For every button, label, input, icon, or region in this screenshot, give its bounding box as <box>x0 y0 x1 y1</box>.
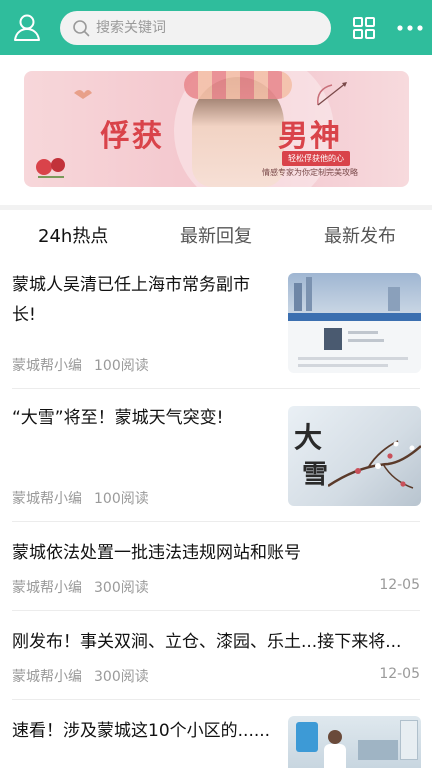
news-item[interactable]: 刚发布！事关双涧、立仓、漆园、乐土...接下来将... 蒙城帮小编 300阅读 1… <box>0 611 432 700</box>
clinic-photo-thumbnail <box>288 716 421 768</box>
bird-icon <box>74 90 92 99</box>
news-title-line: 长! <box>12 305 36 325</box>
banner-title-left: 俘获 <box>100 119 164 154</box>
news-reads: 300阅读 <box>94 580 149 596</box>
news-author: 蒙城帮小编 <box>12 491 82 507</box>
news-meta: 蒙城帮小编 100阅读 <box>12 488 149 508</box>
news-title: 蒙城人吴清已任上海市常务副市 长! <box>12 272 250 328</box>
news-reads: 300阅读 <box>94 669 149 685</box>
snow-branch-thumbnail: 大 雪 <box>288 406 421 506</box>
news-title: “大雪”将至！蒙城天气突变! <box>12 408 224 428</box>
news-title-line: 蒙城人吴清已任上海市常务副市 <box>12 275 250 295</box>
news-author: 蒙城帮小编 <box>12 358 82 374</box>
flower-crown-decoration <box>184 71 292 99</box>
banner-title-right: 男神 <box>278 119 342 154</box>
grid-menu-icon[interactable] <box>352 16 376 40</box>
news-meta: 蒙城帮小编 300阅读 <box>12 666 149 686</box>
search-input[interactable] <box>96 11 321 45</box>
news-item[interactable]: 蒙城依法处置一批违法违规网站和账号 蒙城帮小编 300阅读 12-05 <box>0 522 432 611</box>
user-profile-icon[interactable] <box>12 12 42 42</box>
news-title: 刚发布！事关双涧、立仓、漆园、乐土...接下来将... <box>12 632 402 652</box>
banner-tagline: 轻松俘获他的心 <box>282 151 350 166</box>
banner-section: 俘获 男神 轻松俘获他的心 情感专家为你定制完美攻略 <box>0 55 432 205</box>
news-item[interactable]: “大雪”将至！蒙城天气突变! 蒙城帮小编 100阅读 大 雪 <box>0 389 432 522</box>
cupid-arrow-icon <box>317 82 347 106</box>
news-title: 蒙城依法处置一批违法违规网站和账号 <box>12 543 301 563</box>
banner-subline: 情感专家为你定制完美攻略 <box>262 168 358 177</box>
tab-24h-hot[interactable]: 24h热点 <box>38 222 108 248</box>
news-date: 12-05 <box>379 577 420 593</box>
promo-banner[interactable]: 俘获 男神 轻松俘获他的心 情感专家为你定制完美攻略 <box>24 71 409 187</box>
news-author: 蒙城帮小编 <box>12 580 82 596</box>
search-bar[interactable] <box>60 11 331 45</box>
more-options-icon[interactable] <box>396 16 424 40</box>
news-reads: 100阅读 <box>94 491 149 507</box>
news-reads: 100阅读 <box>94 358 149 374</box>
news-item[interactable]: 蒙城人吴清已任上海市常务副市 长! 蒙城帮小编 100阅读 <box>0 258 432 389</box>
news-meta: 蒙城帮小编 300阅读 <box>12 577 149 597</box>
news-title: 速看！涉及蒙城这10个小区的...... <box>12 721 271 741</box>
tab-latest-replies[interactable]: 最新回复 <box>180 222 252 248</box>
news-author: 蒙城帮小编 <box>12 669 82 685</box>
government-page-thumbnail <box>288 273 421 373</box>
top-bar <box>0 0 432 55</box>
news-item[interactable]: 速看！涉及蒙城这10个小区的...... <box>0 700 432 768</box>
news-date: 12-05 <box>379 666 420 682</box>
tab-latest-posts[interactable]: 最新发布 <box>324 222 396 248</box>
rose-decoration-icon <box>36 158 65 178</box>
search-icon <box>73 20 90 37</box>
news-tabs: 24h热点 最新回复 最新发布 <box>0 210 432 258</box>
news-meta: 蒙城帮小编 100阅读 <box>12 355 149 375</box>
